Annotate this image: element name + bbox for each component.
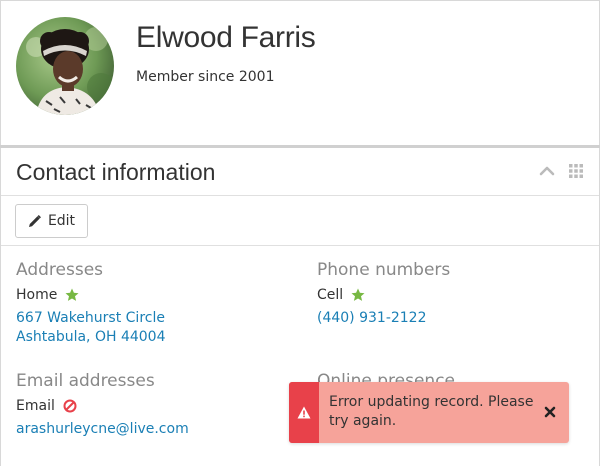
panel-title: Contact information [16, 159, 216, 185]
edit-button[interactable]: Edit [15, 204, 88, 238]
addresses-title: Addresses [16, 260, 104, 280]
email-link[interactable]: arashurleycne@live.com [16, 420, 189, 439]
avatar[interactable] [16, 17, 114, 115]
phones-section: Phone numbers Cell (440) 931-2122 [317, 260, 450, 328]
toolbar: Edit [1, 196, 599, 246]
toast-message: Error updating record. Please try again. [329, 394, 534, 429]
close-icon[interactable] [543, 405, 557, 419]
panel-header: Contact information [1, 148, 599, 196]
edit-label: Edit [47, 213, 76, 229]
pencil-icon [28, 214, 41, 227]
address-line2[interactable]: Ashtabula, OH 44004 [16, 328, 165, 347]
email-type-label: Email [16, 398, 55, 414]
star-icon [65, 288, 79, 301]
addresses-section: Addresses Home 667 Wakehurst Circle Asht… [16, 260, 165, 347]
emails-section: Email addresses Email arashurleycne@live… [16, 371, 189, 439]
phone-type-label: Cell [317, 287, 344, 303]
address-type-label: Home [16, 287, 58, 303]
grid-icon[interactable] [569, 164, 583, 178]
emails-title: Email addresses [16, 371, 155, 391]
address-type: Home [16, 287, 165, 303]
star-icon [351, 288, 365, 301]
address-link[interactable]: 667 Wakehurst Circle Ashtabula, OH 44004 [16, 309, 165, 347]
chevron-up-icon[interactable] [539, 164, 555, 178]
phones-title: Phone numbers [317, 260, 451, 280]
warning-icon [297, 406, 311, 419]
error-toast: Error updating record. Please try again. [289, 382, 569, 443]
phone-number-link[interactable]: (440) 931-2122 [317, 309, 450, 328]
address-line1[interactable]: 667 Wakehurst Circle [16, 309, 165, 328]
ban-icon [63, 399, 77, 413]
profile-name: Elwood Farris [136, 21, 316, 54]
profile-card: Elwood Farris Member since 2001 [0, 0, 600, 147]
email-type: Email [16, 398, 189, 414]
toast-bar [289, 382, 319, 443]
avatar-photo-icon [16, 17, 114, 115]
member-since: Member since 2001 [136, 69, 275, 85]
phone-type: Cell [317, 287, 450, 303]
